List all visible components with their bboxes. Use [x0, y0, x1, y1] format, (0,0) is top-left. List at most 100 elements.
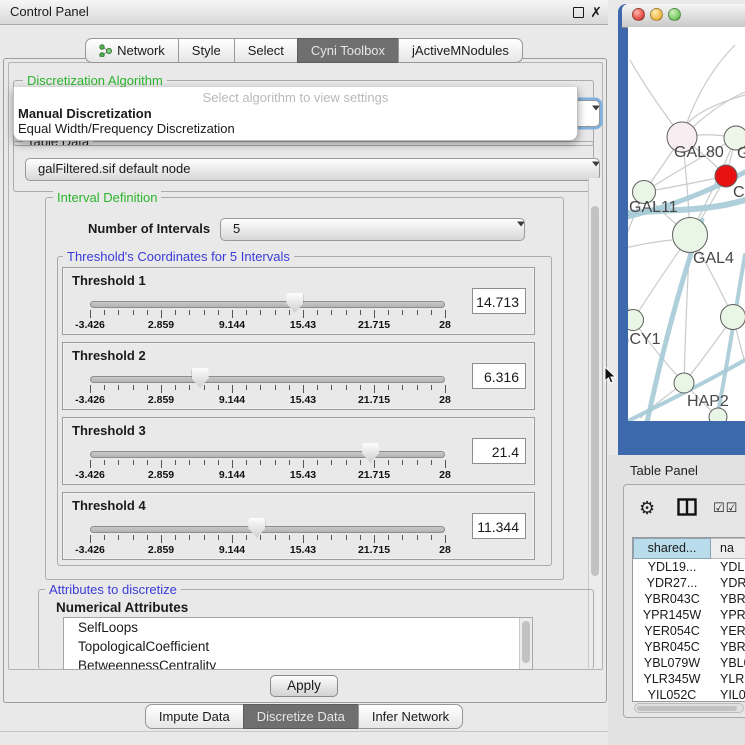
table-header-shared-name[interactable]: shared... — [633, 538, 711, 559]
table-row[interactable]: YDL19...YDL1 — [633, 559, 745, 575]
cell-name[interactable]: YDL1 — [711, 559, 745, 575]
tab-impute-data[interactable]: Impute Data — [145, 704, 243, 729]
scrollbar-thumb[interactable] — [637, 706, 737, 711]
cell-name[interactable]: YLR3 — [711, 671, 745, 687]
table-row[interactable]: YIL052CYIL0 — [633, 687, 745, 702]
table-header-row: shared... na — [633, 538, 745, 559]
cell-name[interactable]: YPR1 — [711, 607, 745, 623]
cell-name[interactable]: YBR0 — [711, 591, 745, 607]
scrollbar-thumb[interactable] — [591, 206, 599, 576]
tab-label: Discretize Data — [257, 708, 345, 725]
tab-cyni-toolbox[interactable]: Cyni Toolbox — [297, 38, 398, 63]
table-row[interactable]: YBR043CYBR0 — [633, 591, 745, 607]
cell-shared-name[interactable]: YIL052C — [633, 687, 711, 702]
checkbox-icons[interactable]: ☑☑ — [713, 500, 738, 516]
slider-thumb[interactable] — [192, 368, 209, 388]
tab-select[interactable]: Select — [234, 38, 297, 63]
slider-track[interactable] — [90, 301, 445, 308]
cell-shared-name[interactable]: YLR345W — [633, 671, 711, 687]
threshold-value-field[interactable]: 14.713 — [472, 288, 526, 314]
cell-shared-name[interactable]: YDR27... — [633, 575, 711, 591]
table-row[interactable]: YBR045CYBR0 — [633, 639, 745, 655]
columns-icon[interactable] — [677, 498, 697, 516]
tab-network[interactable]: Network — [85, 38, 178, 63]
close-icon[interactable]: ✗ — [590, 0, 602, 24]
slider-track[interactable] — [90, 376, 445, 383]
minor-tick — [289, 310, 290, 315]
table-row[interactable]: YPR145WYPR1 — [633, 607, 745, 623]
network-window-titlebar[interactable] — [622, 4, 745, 28]
tab-style[interactable]: Style — [178, 38, 234, 63]
network-canvas[interactable]: GAL80GACGAL11GAL4GCY1HHAP2 — [628, 27, 745, 421]
dropdown-placeholder: Select algorithm to view settings — [14, 90, 577, 106]
major-tick — [445, 460, 446, 468]
minor-tick — [275, 460, 276, 465]
slider-track[interactable] — [90, 451, 445, 458]
tab-label: Network — [117, 42, 165, 59]
network-node-gcy1[interactable] — [628, 310, 644, 331]
threshold-value-field[interactable]: 11.344 — [472, 513, 526, 539]
minor-tick — [147, 310, 148, 315]
tab-infer-network[interactable]: Infer Network — [358, 704, 463, 729]
minor-tick — [260, 535, 261, 540]
tick-label: 15.43 — [290, 469, 316, 481]
cell-shared-name[interactable]: YPR145W — [633, 607, 711, 623]
cell-shared-name[interactable]: YDL19... — [633, 559, 711, 575]
network-node-unlabeled[interactable] — [709, 408, 727, 421]
spinner-icon — [584, 108, 592, 119]
cell-shared-name[interactable]: YBR045C — [633, 639, 711, 655]
algorithm-dropdown-popup: Select algorithm to view settings Manual… — [13, 87, 578, 141]
table-horizontal-scrollbar[interactable] — [634, 703, 744, 713]
cell-name[interactable]: YDR2 — [711, 575, 745, 591]
apply-button[interactable]: Apply — [270, 675, 338, 697]
number-of-intervals-value: 5 — [233, 221, 240, 236]
tab-discretize-data[interactable]: Discretize Data — [243, 704, 358, 729]
major-tick — [161, 310, 162, 318]
attributes-list-scrollbar[interactable] — [519, 618, 532, 669]
table-row[interactable]: YBL079WYBL0 — [633, 655, 745, 671]
dropdown-option[interactable]: Manual Discretization — [14, 106, 577, 121]
network-node-hap2[interactable] — [674, 373, 694, 393]
slider-thumb[interactable] — [248, 518, 265, 538]
tab-jactivemnodules[interactable]: jActiveMNodules — [398, 38, 523, 63]
slider-thumb[interactable] — [362, 443, 379, 463]
minor-tick — [133, 385, 134, 390]
minor-tick — [331, 385, 332, 390]
threshold-value-field[interactable]: 6.316 — [472, 363, 526, 389]
dropdown-option[interactable]: Equal Width/Frequency Discretization — [14, 121, 577, 136]
cell-shared-name[interactable]: YER054C — [633, 623, 711, 639]
network-node-h[interactable] — [721, 305, 745, 330]
table-data-combobox[interactable]: galFiltered.sif default node — [25, 158, 600, 181]
slider-track[interactable] — [90, 526, 445, 533]
tick-label: 15.43 — [290, 319, 316, 331]
tab-label: Cyni Toolbox — [311, 42, 385, 59]
cell-name[interactable]: YIL0 — [711, 687, 745, 702]
attribute-list-item[interactable]: BetweennessCentrality — [64, 656, 532, 670]
threshold-value-field[interactable]: 21.4 — [472, 438, 526, 464]
minor-tick — [189, 385, 190, 390]
minor-tick — [388, 535, 389, 540]
zoom-traffic-light-icon[interactable] — [668, 8, 681, 21]
number-of-intervals-combobox[interactable]: 5 — [220, 218, 525, 241]
attribute-list-item[interactable]: TopologicalCoefficient — [64, 637, 532, 656]
tick-label: 28 — [439, 394, 451, 406]
threshold-panel-1: Threshold 1-3.4262.8599.14415.4321.71528… — [62, 267, 535, 335]
cell-name[interactable]: YER0 — [711, 623, 745, 639]
tick-label: 21.715 — [358, 469, 390, 481]
float-icon[interactable] — [573, 7, 584, 18]
close-traffic-light-icon[interactable] — [632, 8, 645, 21]
table-row[interactable]: YDR27...YDR2 — [633, 575, 745, 591]
network-node-gal4[interactable] — [673, 218, 708, 253]
minor-tick — [204, 535, 205, 540]
cell-shared-name[interactable]: YBL079W — [633, 655, 711, 671]
cell-name[interactable]: YBR0 — [711, 639, 745, 655]
gear-icon[interactable]: ⚙ — [639, 498, 655, 518]
minimize-traffic-light-icon[interactable] — [650, 8, 663, 21]
cell-shared-name[interactable]: YBR043C — [633, 591, 711, 607]
table-row[interactable]: YER054CYER0 — [633, 623, 745, 639]
table-header-name[interactable]: na — [711, 538, 745, 559]
scrollbar-thumb[interactable] — [522, 621, 530, 663]
cell-name[interactable]: YBL0 — [711, 655, 745, 671]
attribute-list-item[interactable]: SelfLoops — [64, 618, 532, 637]
table-row[interactable]: YLR345WYLR3 — [633, 671, 745, 687]
